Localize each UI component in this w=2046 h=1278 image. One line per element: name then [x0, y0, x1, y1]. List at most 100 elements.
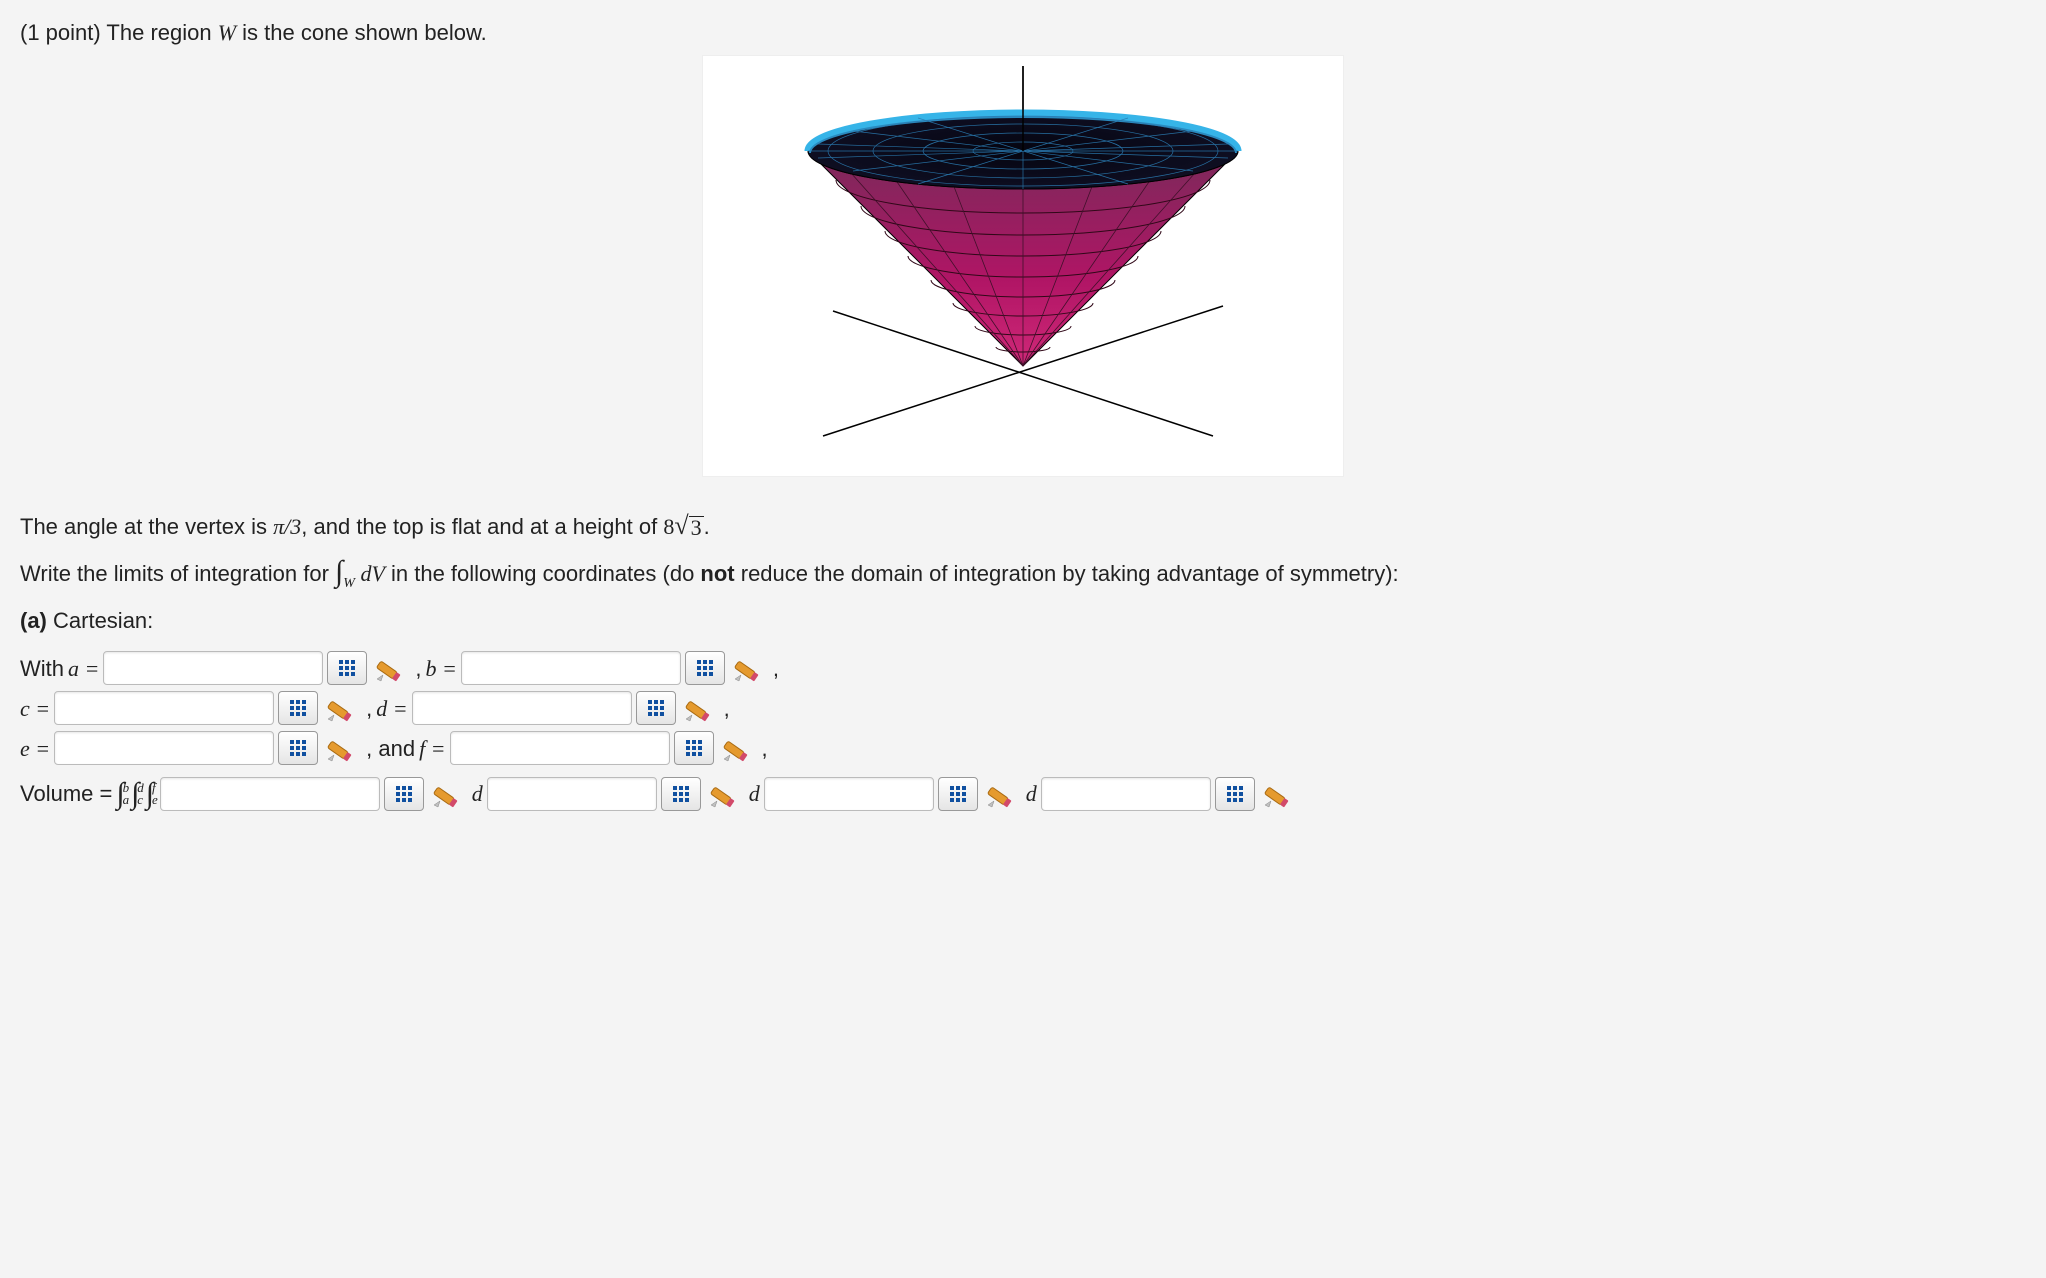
comma-cd: , [366, 692, 372, 725]
edit-button-c[interactable] [322, 691, 362, 725]
input-d[interactable] [412, 691, 632, 725]
instruction: Write the limits of integration for ∫W d… [20, 557, 2026, 590]
keypad-button-c[interactable] [278, 691, 318, 725]
part-a-label: (a) [20, 608, 47, 633]
pencil-icon [322, 691, 362, 725]
keypad-button-dvar3[interactable] [1215, 777, 1255, 811]
keypad-button-integrand[interactable] [384, 777, 424, 811]
cone-svg [703, 56, 1343, 476]
keypad-icon [673, 786, 689, 802]
keypad-icon [290, 740, 306, 756]
pencil-icon [1259, 777, 1299, 811]
radical-icon: √ [674, 516, 688, 536]
desc-part2: , and the top is flat and at a height of [301, 514, 663, 539]
pencil-icon [718, 731, 758, 765]
keypad-icon [648, 700, 664, 716]
problem-intro: (1 point) The region W is the cone shown… [20, 16, 2026, 49]
pencil-icon [322, 731, 362, 765]
not-emphasis: not [700, 561, 734, 586]
instr-part2: in the following coordinates (do [385, 561, 701, 586]
keypad-button-e[interactable] [278, 731, 318, 765]
desc-part1: The angle at the vertex is [20, 514, 273, 539]
edit-button-integrand[interactable] [428, 777, 468, 811]
keypad-icon [950, 786, 966, 802]
integral-outer: ∫ba [116, 771, 129, 816]
d-label-3: d [1026, 777, 1037, 810]
integral-region-sub: W [343, 576, 355, 591]
points-label: (1 point) [20, 20, 106, 45]
intro-part-a: The region [106, 20, 217, 45]
input-dvar1[interactable] [487, 777, 657, 811]
a-label: a = [68, 652, 99, 685]
d-label: d = [376, 692, 407, 725]
pencil-icon [371, 651, 411, 685]
keypad-button-b[interactable] [685, 651, 725, 685]
integral-symbol: ∫W [335, 557, 355, 587]
comma-f-trail: , [762, 732, 768, 765]
edit-button-b[interactable] [729, 651, 769, 685]
input-integrand[interactable] [160, 777, 380, 811]
edit-button-dvar1[interactable] [705, 777, 745, 811]
keypad-icon [1227, 786, 1243, 802]
keypad-button-a[interactable] [327, 651, 367, 685]
input-c[interactable] [54, 691, 274, 725]
input-dvar2[interactable] [764, 777, 934, 811]
row-cd: c = , d = , [20, 691, 2026, 725]
input-dvar3[interactable] [1041, 777, 1211, 811]
keypad-icon [396, 786, 412, 802]
outer-lo: a [123, 794, 130, 806]
height-coeff: 8 [663, 514, 674, 539]
keypad-button-dvar2[interactable] [938, 777, 978, 811]
row-volume: Volume = ∫ba ∫dc ∫fe d d d [20, 771, 2026, 816]
part-a-title: Cartesian: [47, 608, 153, 633]
f-label: f = [419, 732, 445, 765]
pencil-icon [680, 691, 720, 725]
keypad-button-dvar1[interactable] [661, 777, 701, 811]
with-label: With [20, 652, 64, 685]
keypad-icon [697, 660, 713, 676]
row-ef: e = , and f = , [20, 731, 2026, 765]
comma-d-trail: , [724, 692, 730, 725]
edit-button-f[interactable] [718, 731, 758, 765]
cone-description: The angle at the vertex is π/3, and the … [20, 510, 2026, 543]
dv-text: dV [355, 561, 385, 586]
keypad-button-d[interactable] [636, 691, 676, 725]
input-f[interactable] [450, 731, 670, 765]
keypad-button-f[interactable] [674, 731, 714, 765]
edit-button-e[interactable] [322, 731, 362, 765]
d-label-1: d [472, 777, 483, 810]
intro-part-b: is the cone shown below. [236, 20, 487, 45]
comma-ab: , [415, 652, 421, 685]
integral-middle: ∫dc [131, 771, 144, 816]
cone-figure [702, 55, 1344, 477]
keypad-icon [290, 700, 306, 716]
vertex-angle: π/3 [273, 514, 301, 539]
mid-lo: c [137, 794, 144, 806]
input-e[interactable] [54, 731, 274, 765]
edit-button-a[interactable] [371, 651, 411, 685]
input-b[interactable] [461, 651, 681, 685]
edit-button-dvar3[interactable] [1259, 777, 1299, 811]
edit-button-d[interactable] [680, 691, 720, 725]
inner-lo: e [152, 794, 158, 806]
sqrt-argument: 3 [689, 516, 704, 539]
d-label-2: d [749, 777, 760, 810]
figure-container [20, 55, 2026, 486]
input-a[interactable] [103, 651, 323, 685]
c-label: c = [20, 692, 50, 725]
volume-label: Volume = [20, 777, 112, 810]
e-label: e = [20, 732, 50, 765]
integral-inner: ∫fe [146, 771, 158, 816]
and-label: , and [366, 732, 415, 765]
keypad-icon [339, 660, 355, 676]
desc-part3: . [704, 514, 710, 539]
pencil-icon [705, 777, 745, 811]
keypad-icon [686, 740, 702, 756]
b-label: b = [425, 652, 456, 685]
part-a-header: (a) Cartesian: [20, 604, 2026, 637]
pencil-icon [729, 651, 769, 685]
sqrt-expression: √3 [674, 516, 703, 539]
region-variable: W [218, 20, 236, 45]
instr-part1: Write the limits of integration for [20, 561, 335, 586]
edit-button-dvar2[interactable] [982, 777, 1022, 811]
